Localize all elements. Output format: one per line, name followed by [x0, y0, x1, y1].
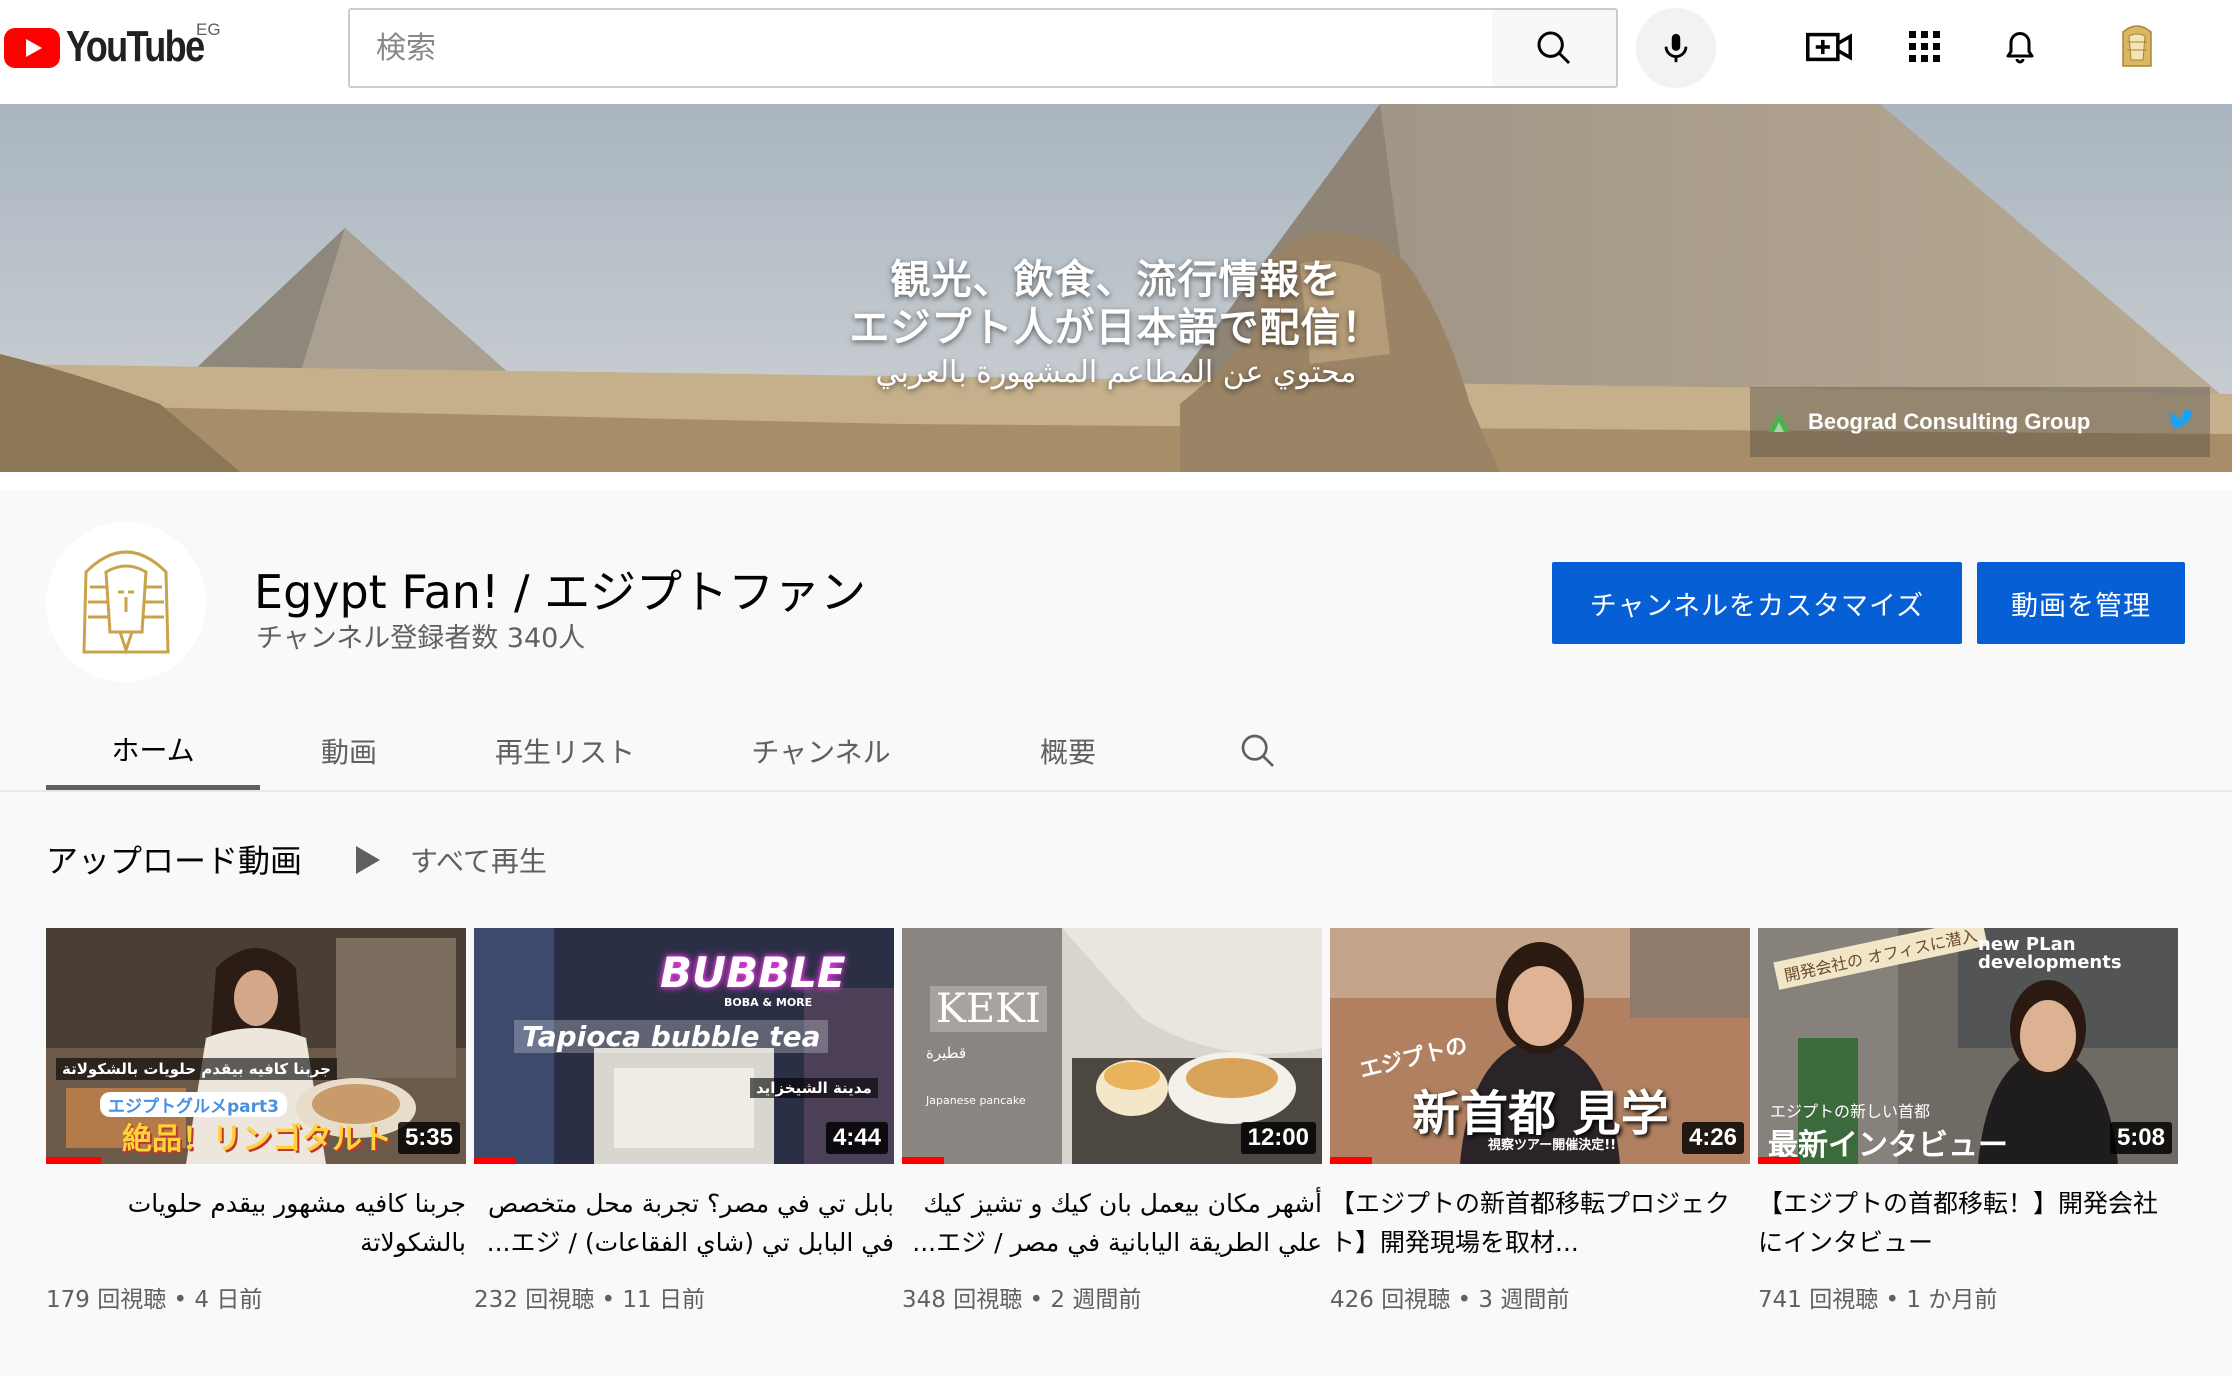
video-metadata: 426 回視聴 • 3 週間前 [1330, 1287, 1570, 1313]
subscriber-count: チャンネル登録者数 340人 [256, 623, 586, 654]
youtube-play-icon [4, 28, 60, 68]
video-thumbnail[interactable]: جربنا كافيه بيقدم حلويات بالشكولاتة エジプト… [46, 928, 466, 1164]
customize-channel-button[interactable]: チャンネルをカスタマイズ [1552, 562, 1962, 644]
video-duration: 5:35 [397, 1122, 460, 1154]
tab-about[interactable]: 概要 [1006, 712, 1130, 790]
tab-channels[interactable]: チャンネル [706, 712, 936, 790]
search-icon [1537, 31, 1571, 65]
view-count: 426 回視聴 [1330, 1287, 1451, 1313]
upload-age: 1 か月前 [1906, 1287, 1998, 1313]
search-icon [1241, 734, 1274, 767]
video-metadata: 232 回視聴 • 11 日前 [474, 1287, 705, 1313]
view-count: 179 回視聴 [46, 1287, 167, 1313]
watch-progress-bar [474, 1157, 516, 1164]
view-count: 741 回視聴 [1758, 1287, 1879, 1313]
search-button[interactable] [1492, 8, 1618, 88]
voice-search-button[interactable] [1636, 8, 1716, 88]
shelf-title[interactable]: アップロード動画 [46, 836, 302, 882]
video-thumbnail[interactable]: 開発会社の オフィスに潜入 new PLan developments エジプト… [1758, 928, 2178, 1164]
country-code: EG [196, 20, 221, 39]
youtube-wordmark: YouTube [66, 22, 205, 71]
thumbnail-caption-4: 最新インタビュー [1768, 1128, 2008, 1163]
tab-videos[interactable]: 動画 [274, 712, 424, 790]
thumbnail-caption-3: 視察ツアー開催決定!! [1488, 1138, 1617, 1153]
beograd-logo-icon [1768, 412, 1790, 432]
channel-header: Egypt Fan! / エジプトファン チャンネル登録者数 340人 チャンネ… [0, 490, 2232, 790]
thumbnail-caption-2: new PLan developments [1978, 934, 2122, 973]
upload-age: 2 週間前 [1050, 1287, 1142, 1313]
video-card[interactable]: エジプトの 新首都 見学 視察ツアー開催決定!! 4:26 【エジプトの新首都移… [1330, 928, 1750, 1314]
tab-search[interactable] [1218, 712, 1298, 790]
channel-banner: 観光、飲食、流行情報を エジプト人が日本語で配信！ محتوي عن المطا… [0, 104, 2232, 472]
channel-avatar[interactable] [46, 522, 206, 682]
view-count: 348 回視聴 [902, 1287, 1023, 1313]
thumbnail-caption-4: BOBA & MORE [724, 996, 813, 1009]
banner-line-2: エジプト人が日本語で配信！ [849, 305, 1383, 351]
play-all-button[interactable]: すべて再生 [354, 840, 547, 880]
watch-progress-bar [1758, 1157, 1800, 1164]
banner-caption: 観光、飲食、流行情報を エジプト人が日本語で配信！ محتوي عن المطا… [0, 256, 2232, 394]
thumbnail-caption-1: KEKI [930, 986, 1047, 1032]
video-thumbnail[interactable]: BUBBLE BOBA & MORE Tapioca bubble tea مد… [474, 928, 894, 1164]
banner-link[interactable]: Beograd Consulting Group [1750, 387, 2210, 457]
notifications-bell-icon [2006, 32, 2034, 64]
manage-videos-button[interactable]: 動画を管理 [1977, 562, 2185, 644]
thumbnail-caption-3: مدينة الشيخزايد [750, 1078, 878, 1098]
video-title[interactable]: أشهر مكان بيعمل بان كيك و تشيز كيك علي ا… [902, 1184, 1322, 1262]
apps-button[interactable] [1900, 22, 1950, 72]
video-title[interactable]: 【エジプトの首都移転！】開発会社にインタビュー [1758, 1184, 2178, 1262]
masthead: YouTube EG [0, 0, 2232, 104]
create-video-button[interactable] [1804, 22, 1854, 72]
account-avatar-icon [2122, 25, 2152, 67]
video-duration: 4:26 [1681, 1122, 1744, 1154]
tab-playlists[interactable]: 再生リスト [450, 712, 680, 790]
thumbnail-caption-3: Japanese pancake [926, 1094, 1026, 1107]
youtube-logo[interactable]: YouTube EG [4, 20, 234, 72]
apps-grid-icon [1909, 31, 1940, 62]
video-metadata: 348 回視聴 • 2 週間前 [902, 1287, 1142, 1313]
banner-line-1: 観光、飲食、流行情報を [890, 257, 1342, 303]
pharaoh-logo-icon [82, 550, 170, 655]
notifications-button[interactable] [1995, 22, 2045, 72]
thumbnail-caption-2: قطيرة [926, 1044, 967, 1062]
thumbnail-caption-1: BUBBLE [660, 948, 846, 997]
view-count: 232 回視聴 [474, 1287, 595, 1313]
search-box [348, 8, 1494, 88]
video-title[interactable]: بابل تي في مصر؟ تجربة محل متخصص في الباب… [474, 1184, 894, 1262]
banner-link-label: Beograd Consulting Group [1808, 409, 2091, 434]
video-card[interactable]: BUBBLE BOBA & MORE Tapioca bubble tea مد… [474, 928, 894, 1314]
video-metadata: 741 回視聴 • 1 か月前 [1758, 1287, 1998, 1313]
watch-progress-bar [46, 1157, 101, 1164]
play-icon [356, 846, 380, 874]
thumbnail-caption-3: 絶品！リンゴタルト [122, 1122, 392, 1157]
channel-home-content: アップロード動画 すべて再生 جربنا كافيه بيقدم حلويات … [0, 790, 2232, 1376]
watch-progress-bar [1330, 1157, 1372, 1164]
video-title[interactable]: جربنا كافيه مشهور بيقدم حلويات بالشكولات… [46, 1184, 466, 1262]
upload-age: 4 日前 [194, 1287, 263, 1313]
account-avatar-button[interactable] [2110, 20, 2164, 74]
video-thumbnail[interactable]: KEKI قطيرة Japanese pancake 12:00 [902, 928, 1322, 1164]
video-thumbnail[interactable]: エジプトの 新首都 見学 視察ツアー開催決定!! 4:26 [1330, 928, 1750, 1164]
create-video-icon [1806, 32, 1852, 62]
thumbnail-caption-2: Tapioca bubble tea [514, 1020, 829, 1053]
mic-icon [1664, 33, 1688, 63]
watch-progress-bar [902, 1157, 944, 1164]
upload-age: 11 日前 [622, 1287, 705, 1313]
tab-home[interactable]: ホーム [46, 712, 260, 790]
video-duration: 12:00 [1240, 1122, 1316, 1154]
video-metadata: 179 回視聴 • 4 日前 [46, 1287, 263, 1313]
search-input[interactable] [350, 10, 1492, 86]
video-card[interactable]: 開発会社の オフィスに潜入 new PLan developments エジプト… [1758, 928, 2178, 1314]
video-title[interactable]: 【エジプトの新首都移転プロジェクト】開発現場を取材... [1330, 1184, 1750, 1262]
thumbnail-caption-1: جربنا كافيه بيقدم حلويات بالشكولاتة [56, 1058, 337, 1080]
video-card[interactable]: KEKI قطيرة Japanese pancake 12:00 أشهر م… [902, 928, 1322, 1314]
thumbnail-caption-3: エジプトの新しい首都 [1770, 1102, 1931, 1121]
play-all-label: すべて再生 [410, 845, 547, 878]
channel-name: Egypt Fan! / エジプトファン [254, 565, 867, 619]
video-duration: 4:44 [825, 1122, 888, 1154]
video-duration: 5:08 [2109, 1122, 2172, 1154]
twitter-icon[interactable] [2166, 409, 2196, 433]
upload-age: 3 週間前 [1478, 1287, 1570, 1313]
video-card[interactable]: جربنا كافيه بيقدم حلويات بالشكولاتة エジプト… [46, 928, 466, 1314]
